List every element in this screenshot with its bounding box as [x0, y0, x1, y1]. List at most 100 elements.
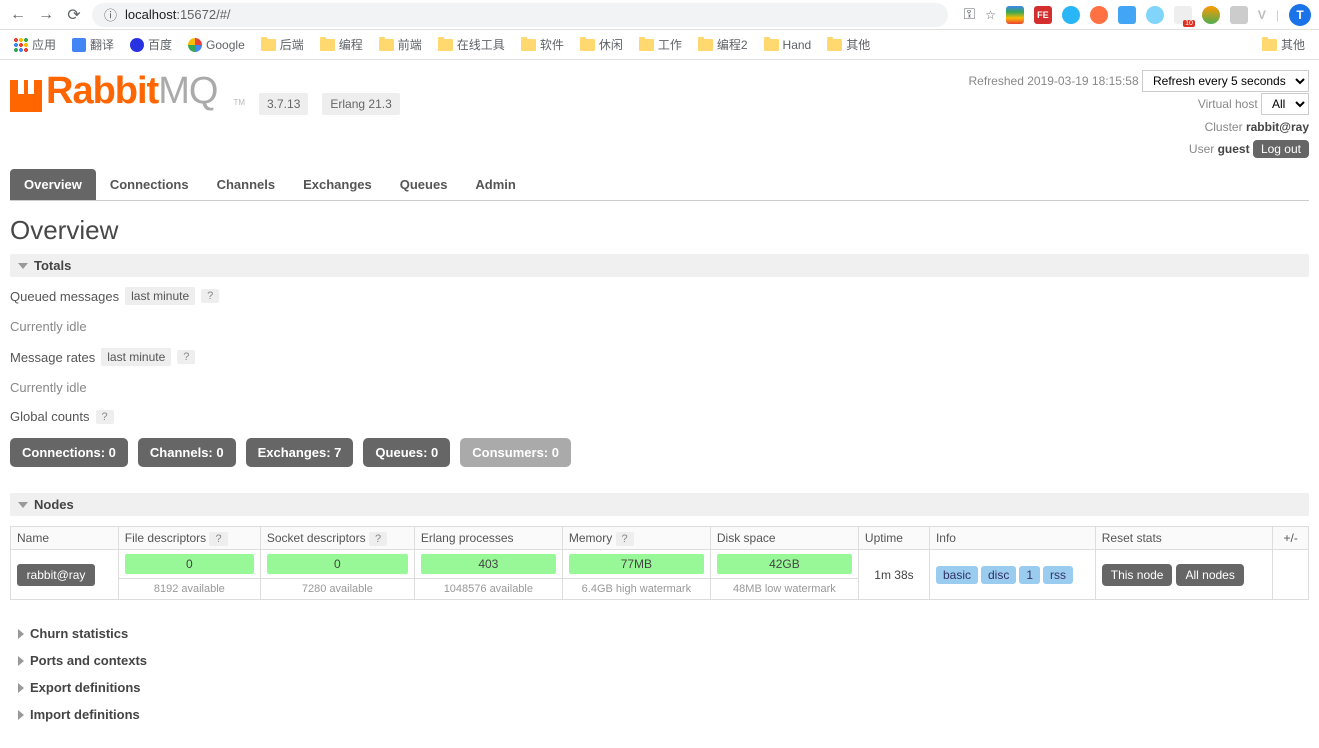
- user-value: guest: [1218, 142, 1250, 156]
- extension-icons: ⚿ ☆ FE 10 V | T: [964, 4, 1311, 26]
- forward-button[interactable]: →: [36, 5, 56, 25]
- star-icon[interactable]: ☆: [985, 8, 996, 22]
- rabbitmq-page: RabbitMQ TM 3.7.13 Erlang 21.3 Refreshed…: [0, 60, 1319, 748]
- section-nodes-header[interactable]: Nodes: [10, 493, 1309, 516]
- section-churn-statistics[interactable]: Churn statistics: [18, 620, 1309, 647]
- sd-available: 7280 available: [267, 583, 408, 595]
- col-mem: Memory ?: [562, 527, 710, 550]
- exchanges-count-pill[interactable]: Exchanges: 7: [246, 438, 354, 467]
- bookmark-overflow[interactable]: 其他: [1256, 34, 1311, 55]
- bookmark-folder[interactable]: 前端: [373, 34, 428, 55]
- bookmark-folder[interactable]: Hand: [758, 36, 818, 54]
- bookmark-folder[interactable]: 在线工具: [432, 34, 511, 55]
- folder-icon: [379, 39, 394, 51]
- url-path: :15672/#/: [176, 7, 230, 22]
- refresh-interval-select[interactable]: Refresh every 5 seconds: [1142, 70, 1309, 92]
- bookmark-folder[interactable]: 编程2: [692, 34, 754, 55]
- folder-icon: [261, 39, 276, 51]
- col-ep: Erlang processes: [414, 527, 562, 550]
- folder-icon: [438, 39, 453, 51]
- info-badge: disc: [981, 566, 1016, 584]
- info-badge: rss: [1043, 566, 1073, 584]
- vhost-select[interactable]: All: [1261, 93, 1309, 115]
- reload-button[interactable]: ⟳: [64, 5, 84, 25]
- browser-toolbar: ← → ⟳ ⓘ localhost:15672/#/ ⚿ ☆ FE 10 V |…: [0, 0, 1319, 30]
- help-icon[interactable]: ?: [369, 532, 387, 546]
- ext-icon-6[interactable]: 10: [1174, 6, 1192, 24]
- chevron-right-icon: [18, 656, 24, 666]
- fd-available: 8192 available: [125, 583, 254, 595]
- logout-button[interactable]: Log out: [1253, 140, 1309, 158]
- bookmark-folder[interactable]: 软件: [515, 34, 570, 55]
- cluster-label: Cluster: [1205, 120, 1243, 134]
- node-name[interactable]: rabbit@ray: [17, 564, 95, 586]
- mem-watermark: 6.4GB high watermark: [569, 583, 704, 595]
- ext-icon-3[interactable]: [1090, 6, 1108, 24]
- help-icon[interactable]: ?: [616, 532, 634, 546]
- url-host: localhost: [125, 7, 176, 22]
- ext-icon-2[interactable]: [1062, 6, 1080, 24]
- nodes-table: Name File descriptors ? Socket descripto…: [10, 526, 1309, 600]
- chevron-down-icon: [18, 263, 28, 269]
- section-totals-header[interactable]: Totals: [10, 254, 1309, 277]
- site-info-icon[interactable]: ⓘ: [104, 5, 117, 24]
- col-plusminus[interactable]: +/-: [1273, 527, 1309, 550]
- bookmark-apps[interactable]: 应用: [8, 34, 62, 55]
- ext-icon-1[interactable]: [1006, 6, 1024, 24]
- section-export-definitions[interactable]: Export definitions: [18, 674, 1309, 701]
- section-ports-contexts[interactable]: Ports and contexts: [18, 647, 1309, 674]
- folder-icon: [639, 39, 654, 51]
- folder-icon: [580, 39, 595, 51]
- tab-connections[interactable]: Connections: [96, 169, 203, 200]
- ext-icon-4[interactable]: [1118, 6, 1136, 24]
- rates-range-chip[interactable]: last minute: [101, 348, 171, 366]
- folder-icon: [1262, 39, 1277, 51]
- bookmark-folder[interactable]: 工作: [633, 34, 688, 55]
- bookmark-folder[interactable]: 休闲: [574, 34, 629, 55]
- bookmark-item[interactable]: Google: [182, 36, 251, 54]
- ext-icon-5[interactable]: [1146, 6, 1164, 24]
- table-header-row: Name File descriptors ? Socket descripto…: [11, 527, 1309, 550]
- ext-icon-7[interactable]: [1202, 6, 1220, 24]
- folder-icon: [698, 39, 713, 51]
- ext-icon-9[interactable]: V: [1258, 8, 1266, 22]
- profile-avatar[interactable]: T: [1289, 4, 1311, 26]
- col-uptime: Uptime: [858, 527, 929, 550]
- col-disk: Disk space: [710, 527, 858, 550]
- connections-count-pill[interactable]: Connections: 0: [10, 438, 128, 467]
- bookmark-folder[interactable]: 后端: [255, 34, 310, 55]
- help-icon[interactable]: ?: [96, 410, 114, 424]
- tab-queues[interactable]: Queues: [386, 169, 462, 200]
- rabbitmq-logo[interactable]: RabbitMQ: [10, 70, 217, 113]
- address-bar[interactable]: ⓘ localhost:15672/#/: [92, 3, 948, 27]
- disk-watermark: 48MB low watermark: [717, 583, 852, 595]
- queues-count-pill[interactable]: Queues: 0: [363, 438, 450, 467]
- ext-icon-8[interactable]: [1230, 6, 1248, 24]
- help-icon[interactable]: ?: [177, 350, 195, 364]
- queued-range-chip[interactable]: last minute: [125, 287, 195, 305]
- tab-admin[interactable]: Admin: [461, 169, 529, 200]
- folder-icon: [764, 39, 779, 51]
- reset-this-node-button[interactable]: This node: [1102, 564, 1173, 586]
- bookmark-item[interactable]: 翻译: [66, 34, 120, 55]
- rabbitmq-icon: [10, 80, 42, 112]
- help-icon[interactable]: ?: [201, 289, 219, 303]
- bookmark-item[interactable]: 百度: [124, 34, 178, 55]
- ep-value: 403: [421, 554, 556, 574]
- bookmark-folder[interactable]: 编程: [314, 34, 369, 55]
- tab-channels[interactable]: Channels: [203, 169, 290, 200]
- reset-all-nodes-button[interactable]: All nodes: [1176, 564, 1243, 586]
- back-button[interactable]: ←: [8, 5, 28, 25]
- bookmark-folder[interactable]: 其他: [821, 34, 876, 55]
- consumers-count-pill[interactable]: Consumers: 0: [460, 438, 571, 467]
- tab-overview[interactable]: Overview: [10, 169, 96, 200]
- ext-icon-fe[interactable]: FE: [1034, 6, 1052, 24]
- info-badge: 1: [1019, 566, 1040, 584]
- key-icon[interactable]: ⚿: [964, 6, 975, 23]
- tab-exchanges[interactable]: Exchanges: [289, 169, 386, 200]
- col-info: Info: [929, 527, 1095, 550]
- channels-count-pill[interactable]: Channels: 0: [138, 438, 236, 467]
- folder-icon: [521, 39, 536, 51]
- mem-value: 77MB: [569, 554, 704, 574]
- help-icon[interactable]: ?: [209, 532, 227, 546]
